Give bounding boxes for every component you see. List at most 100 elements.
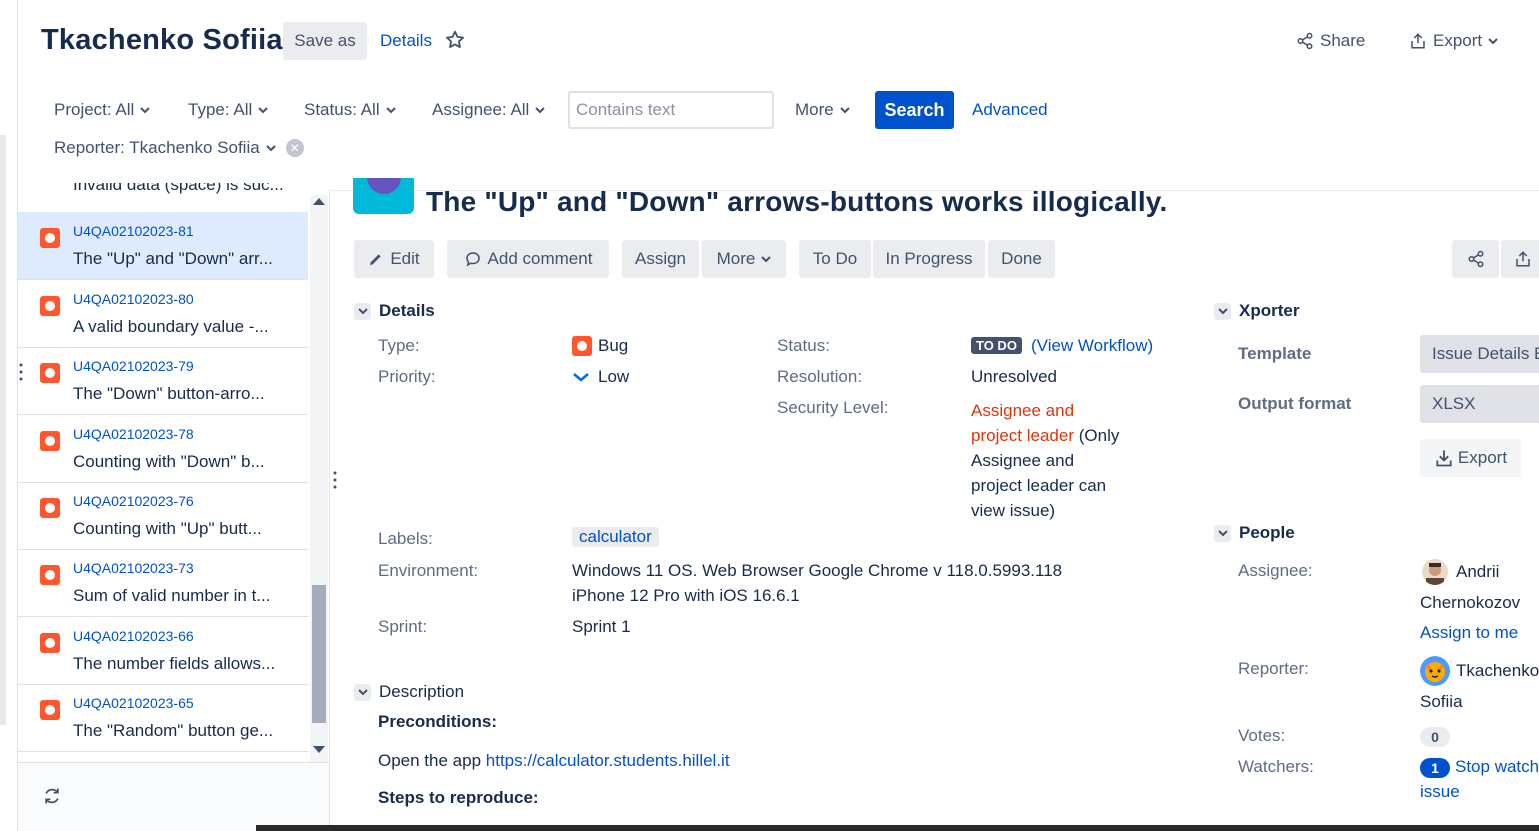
list-item[interactable]: U4QA02102023-73 Sum of valid number in t…: [18, 549, 308, 617]
xporter-export-label: Export: [1457, 448, 1508, 467]
assign-button[interactable]: Assign: [622, 240, 699, 278]
add-comment-button[interactable]: Add comment: [447, 240, 609, 278]
in-progress-transition-button[interactable]: In Progress: [873, 240, 985, 278]
project-filter-label: Project: All: [54, 100, 135, 119]
template-select[interactable]: Issue Details E: [1420, 335, 1539, 373]
contains-text-input[interactable]: [568, 91, 774, 129]
description-section-toggle[interactable]: Description: [354, 682, 464, 702]
list-item[interactable]: U4QA02102023-79 The "Down" button-arro..…: [18, 347, 308, 415]
clear-filter-icon[interactable]: ✕: [285, 139, 304, 157]
details-link[interactable]: Details: [380, 31, 432, 51]
assignee-filter[interactable]: Assignee: All: [432, 100, 546, 120]
watchers-count[interactable]: 1: [1420, 758, 1450, 778]
scroll-up-arrow-icon[interactable]: [313, 198, 325, 205]
list-item[interactable]: U4QA02102023-80 A valid boundary value -…: [18, 280, 308, 348]
security-level-note: (Only: [1074, 426, 1120, 445]
status-filter[interactable]: Status: All: [304, 100, 396, 120]
export-issue-button[interactable]: [1501, 240, 1539, 278]
votes-count[interactable]: 0: [1420, 727, 1450, 747]
chevron-down-icon: [1214, 524, 1231, 542]
issue-summary: A valid boundary value -...: [73, 317, 269, 336]
share-issue-button[interactable]: [1452, 240, 1499, 278]
pencil-icon: [370, 254, 382, 265]
stop-watching-link[interactable]: Stop watch: [1455, 757, 1539, 777]
environment-line-2: iPhone 12 Pro with iOS 16.6.1: [572, 586, 800, 605]
project-filter[interactable]: Project: All: [54, 100, 151, 120]
priority-value-text: Low: [598, 367, 630, 386]
issue-key: U4QA02102023-73: [73, 560, 194, 576]
left-edge: [0, 0, 18, 831]
scroll-thumb[interactable]: [312, 585, 326, 723]
issue-key: U4QA02102023-81: [73, 223, 194, 239]
chevron-down-icon: [1214, 302, 1231, 320]
people-section-toggle[interactable]: People: [1214, 523, 1295, 543]
add-comment-label: Add comment: [487, 249, 593, 268]
assignee-avatar: [1422, 559, 1448, 585]
issue-list: U4QA02102023-81 The "Up" and "Down" arr.…: [18, 177, 308, 762]
watchers-label: Watchers:: [1238, 757, 1314, 776]
view-workflow-link[interactable]: (View Workflow): [1031, 336, 1153, 356]
advanced-search-link[interactable]: Advanced: [972, 100, 1048, 120]
panel-divider[interactable]: [329, 190, 330, 831]
app-link[interactable]: https://calculator.students.hillel.it: [486, 751, 730, 770]
template-label: Template: [1238, 344, 1312, 363]
sprint-label: Sprint:: [378, 617, 428, 636]
priority-label: Priority:: [378, 367, 436, 386]
list-item[interactable]: U4QA02102023-65 The "Random" button ge..…: [18, 684, 308, 752]
type-value: Bug: [572, 336, 628, 356]
type-filter[interactable]: Type: All: [188, 100, 268, 120]
todo-transition-button[interactable]: To Do: [799, 240, 871, 278]
assignee-first-name: Andrii: [1456, 562, 1500, 581]
edit-button[interactable]: Edit: [354, 240, 434, 278]
list-item[interactable]: U4QA02102023-78 Counting with "Down" b..…: [18, 415, 308, 483]
drag-handle-icon[interactable]: [19, 362, 23, 382]
comment-icon: [465, 252, 480, 267]
upload-icon: [1516, 251, 1530, 267]
list-item[interactable]: U4QA02102023-66 The number fields allows…: [18, 617, 308, 685]
list-item[interactable]: U4QA02102023-81 The "Up" and "Down" arr.…: [18, 212, 308, 280]
scroll-down-arrow-icon[interactable]: [313, 746, 325, 753]
more-actions-button[interactable]: More: [702, 240, 786, 278]
export-label: Export: [1433, 31, 1483, 50]
security-level-name-2: project leader: [971, 426, 1075, 445]
bug-icon: [40, 633, 60, 653]
done-transition-button[interactable]: Done: [988, 240, 1055, 278]
share-icon: [1468, 250, 1483, 268]
refresh-icon[interactable]: [42, 786, 62, 806]
save-as-button[interactable]: Save as: [283, 22, 367, 60]
stop-watching-link-2[interactable]: issue: [1420, 782, 1460, 802]
drag-handle-icon[interactable]: [333, 470, 337, 490]
bug-icon: [40, 228, 60, 248]
filter-title: Tkachenko Sofiia: [41, 24, 283, 56]
environment-label: Environment:: [378, 561, 479, 580]
label-chip[interactable]: calculator: [572, 527, 659, 547]
labels-label: Labels:: [378, 529, 433, 548]
type-filter-label: Type: All: [188, 100, 253, 119]
chevron-down-icon: [258, 107, 268, 114]
security-level-value: Assignee and project leader (Only Assign…: [971, 398, 1171, 523]
search-button[interactable]: Search: [875, 91, 954, 129]
issue-key: U4QA02102023-76: [73, 493, 194, 509]
description-heading: Description: [379, 682, 465, 701]
issue-key: U4QA02102023-65: [73, 695, 194, 711]
issue-summary: Counting with "Up" butt...: [73, 519, 262, 538]
output-format-select[interactable]: XLSX: [1420, 385, 1539, 423]
export-menu-button[interactable]: Export: [1409, 31, 1498, 51]
reporter-last-name: Sofiia: [1420, 692, 1463, 711]
share-icon: [1297, 32, 1313, 50]
xporter-export-button[interactable]: Export: [1420, 439, 1521, 477]
details-section-toggle[interactable]: Details: [354, 301, 435, 321]
reporter-filter[interactable]: Reporter: Tkachenko Sofiia ✕: [54, 138, 304, 158]
reporter-avatar: [1420, 656, 1450, 686]
star-icon[interactable]: [444, 29, 466, 51]
bug-icon: [40, 431, 60, 451]
share-button[interactable]: Share: [1296, 31, 1365, 51]
list-item[interactable]: U4QA02102023-76 Counting with "Up" butt.…: [18, 482, 308, 550]
more-filter[interactable]: More: [795, 100, 850, 120]
issue-title: The "Up" and "Down" arrows-buttons works…: [426, 186, 1168, 217]
chevron-down-icon: [385, 107, 396, 114]
votes-label: Votes:: [1238, 726, 1286, 745]
assign-to-me-link[interactable]: Assign to me: [1420, 623, 1518, 643]
xporter-section-toggle[interactable]: Xporter: [1214, 301, 1299, 321]
security-level-label: Security Level:: [777, 398, 889, 417]
